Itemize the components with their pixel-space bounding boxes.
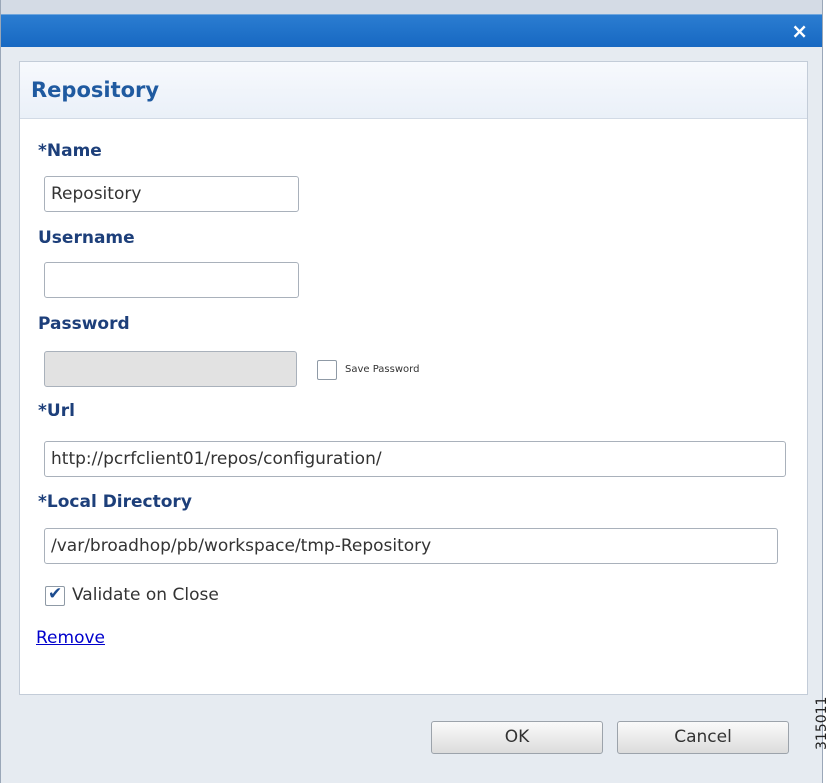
username-label: Username xyxy=(38,228,135,248)
remove-link[interactable]: Remove xyxy=(36,628,105,648)
panel-title: Repository xyxy=(31,78,160,102)
name-label: *Name xyxy=(38,141,102,161)
dialog-titlebar: × xyxy=(1,14,822,47)
name-input[interactable]: Repository xyxy=(44,176,299,212)
url-input[interactable]: http://pcrfclient01/repos/configuration/ xyxy=(44,441,786,477)
repository-panel: Repository *Name Repository Username Pas… xyxy=(19,61,808,695)
figure-id-strip: 315011 xyxy=(814,0,839,783)
local-directory-label: *Local Directory xyxy=(38,492,192,512)
panel-header: Repository xyxy=(20,62,807,119)
save-password-checkbox[interactable] xyxy=(317,360,337,380)
figure-id: 315011 xyxy=(814,696,830,750)
validate-on-close-checkbox[interactable]: ✔ xyxy=(45,584,65,606)
repository-dialog: × Repository *Name Repository Username P… xyxy=(0,0,823,783)
cancel-button[interactable]: Cancel xyxy=(617,721,789,754)
url-label: *Url xyxy=(38,401,75,421)
validate-on-close-label: Validate on Close xyxy=(72,585,219,605)
password-input[interactable] xyxy=(44,351,297,387)
password-label: Password xyxy=(38,314,130,334)
close-icon[interactable]: × xyxy=(791,19,808,43)
save-password-label: Save Password xyxy=(345,364,420,375)
checkmark-icon: ✔ xyxy=(48,584,63,604)
ok-button[interactable]: OK xyxy=(431,721,603,754)
local-directory-input[interactable]: /var/broadhop/pb/workspace/tmp-Repositor… xyxy=(44,528,778,564)
username-input[interactable] xyxy=(44,262,299,298)
